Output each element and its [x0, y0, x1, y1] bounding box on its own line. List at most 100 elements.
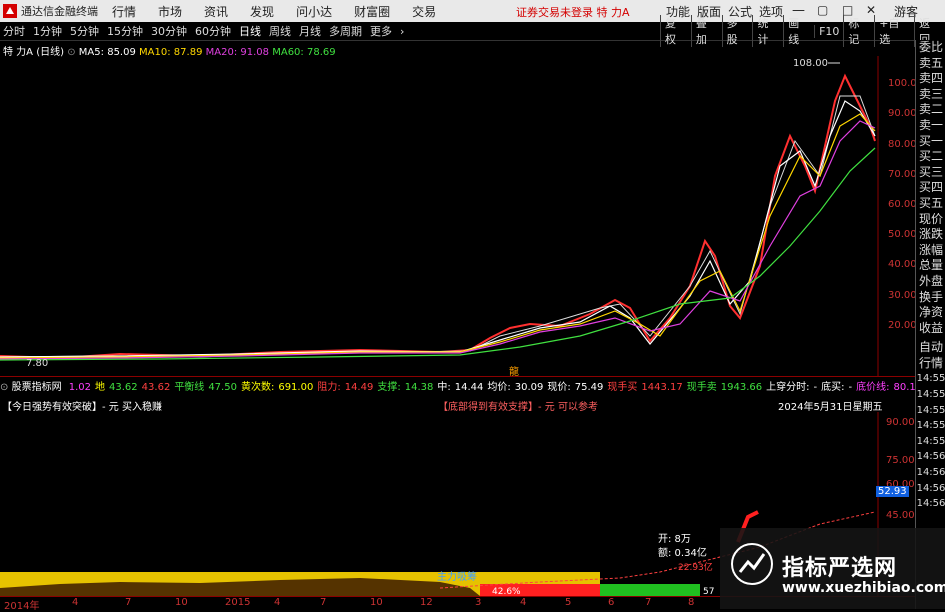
- pane-divider: [0, 376, 915, 377]
- indicator-value: 14.49: [344, 382, 374, 393]
- quote-field-label: 卖一: [918, 117, 943, 132]
- indicator-value: 1943.66: [720, 382, 763, 393]
- x-tick-label: 7: [125, 597, 132, 608]
- menu-discover[interactable]: 发现: [250, 3, 274, 20]
- high-price-label: 108.00: [793, 58, 828, 69]
- period-tab-monthly[interactable]: 月线: [296, 23, 324, 39]
- statistics-button[interactable]: 统计: [752, 15, 783, 47]
- indicator-value: 中:: [437, 382, 451, 393]
- x-tick-label: 7: [320, 597, 327, 608]
- period-tab-daily[interactable]: 日线: [236, 23, 264, 39]
- indicator-value: 现价:: [547, 382, 571, 393]
- quote-field-label: 买三: [918, 164, 943, 179]
- tick-time: 14:56: [916, 482, 945, 494]
- candlesticks: [0, 73, 876, 360]
- ind-y-tick-75: 75.00: [886, 455, 915, 466]
- quote-field-label: 委比: [918, 40, 943, 54]
- period-tab-timeshare[interactable]: 分时: [0, 23, 28, 39]
- indicator-toggle-icon[interactable]: ⊙: [0, 382, 8, 393]
- y-tick-90: 90.00: [888, 108, 917, 119]
- x-tick-label: 5: [565, 597, 572, 608]
- period-tab-1min[interactable]: 1分钟: [30, 23, 65, 39]
- chevron-right-icon[interactable]: ›: [397, 25, 407, 38]
- menu-news[interactable]: 资讯: [204, 3, 228, 20]
- indicator-values: ⊙ 股票指标网 1.02 地 43.62 43.62 平衡线 47.50 黄次数: 691.0…: [0, 378, 922, 393]
- open-label: 开: 8万: [658, 534, 691, 545]
- x-tick-label: 3: [475, 597, 482, 608]
- auto-quote-tab[interactable]: 自动: [916, 340, 945, 356]
- auto-quote-tab[interactable]: 行情: [916, 356, 945, 372]
- quote-field-label: 卖二: [918, 102, 943, 117]
- ind-y-tick-90: 90.00: [886, 417, 915, 428]
- tick-time: 14:55: [916, 389, 945, 401]
- period-toolbar: 分时 1分钟 5分钟 15分钟 30分钟 60分钟 日线 周线 月线 多周期 更…: [0, 15, 945, 47]
- period-tab-60min[interactable]: 60分钟: [192, 23, 234, 39]
- tick-time: 14:56: [916, 451, 945, 463]
- low-price-label: 7.80: [26, 358, 48, 369]
- x-tick-label: 12: [420, 597, 433, 608]
- menu-market[interactable]: 市场: [158, 3, 182, 20]
- signal-breakout: 【今日强势有效突破】- 元 买入稳赚: [2, 402, 162, 413]
- x-tick-label: 2015: [225, 597, 251, 608]
- dragon-label: 龍: [509, 365, 519, 376]
- ma5-line: [0, 100, 876, 358]
- price-chart[interactable]: 108.00 7.80 龍: [0, 56, 915, 376]
- watermark-logo-icon: [731, 543, 773, 585]
- signal-bar: 【今日强势有效突破】- 元 买入稳赚 【底部得到有效支撑】- 元 可以参考 20…: [0, 396, 915, 413]
- indicator-value: 现手买: [607, 382, 638, 393]
- period-tab-more[interactable]: 更多: [367, 23, 395, 39]
- y-tick-30: 30.00: [888, 290, 917, 301]
- ma10-line: [0, 113, 876, 359]
- draw-line-button[interactable]: 画线: [783, 15, 814, 47]
- menu-ask[interactable]: 问小达: [296, 3, 332, 20]
- period-tab-15min[interactable]: 15分钟: [104, 23, 146, 39]
- indicator-value: 14.44: [454, 382, 484, 393]
- y-tick-40: 40.00: [888, 259, 917, 270]
- quote-field-label: 买四: [918, 180, 943, 195]
- y-tick-60: 60.00: [888, 199, 917, 210]
- watermark-url: www.xuezhibiao.com: [782, 580, 945, 596]
- ind-y-tick-45: 45.00: [886, 510, 915, 521]
- indicator-value: 均价:: [487, 382, 511, 393]
- restore-icon[interactable]: ▢: [817, 3, 828, 17]
- menu-wealth[interactable]: 财富圈: [354, 3, 390, 20]
- tick-time: 14:56: [916, 498, 945, 510]
- overlay-button[interactable]: 叠加: [690, 15, 722, 47]
- restore-rights-button[interactable]: 复权: [660, 15, 691, 47]
- indicator-value: 地: [95, 382, 106, 393]
- value-a-label: 22.93亿: [678, 561, 713, 573]
- period-tab-multi[interactable]: 多周期: [326, 23, 365, 39]
- indicator-value: 43.62: [109, 382, 138, 393]
- y-tick-70: 70.00: [888, 169, 917, 180]
- menu-quotes[interactable]: 行情: [112, 3, 136, 20]
- right-panel: 委比 卖五 卖四 卖三 卖二 卖一 买一 买二 买三 买四 买五 现价 涨跌 涨幅 总量 外盘 换手 净资 收益 自…: [915, 40, 945, 609]
- period-tab-weekly[interactable]: 周线: [266, 23, 294, 39]
- tick-time: 14:55: [916, 404, 945, 416]
- mark-button[interactable]: 标记: [843, 15, 874, 47]
- add-watchlist-button[interactable]: +自选: [874, 15, 914, 47]
- x-tick-label: 10: [370, 597, 383, 608]
- ma20-line: [0, 120, 876, 360]
- quote-field-label: 外盘: [918, 273, 943, 288]
- signal-date: 2024年5月31日星期五: [778, 402, 883, 413]
- period-tab-5min[interactable]: 5分钟: [67, 23, 102, 39]
- quote-field-label: 涨跌: [918, 227, 943, 242]
- indicator-value: 平衡线: [174, 382, 205, 393]
- f10-button[interactable]: F10: [814, 24, 843, 38]
- menu-trade[interactable]: 交易: [412, 3, 436, 20]
- period-tab-30min[interactable]: 30分钟: [148, 23, 190, 39]
- multi-stock-button[interactable]: 多股: [721, 15, 753, 47]
- indicator-name[interactable]: 股票指标网: [12, 382, 62, 393]
- indicator-value: 支撑:: [377, 382, 401, 393]
- y-tick-100: 100.0: [888, 78, 917, 89]
- indicator-value: 14.38: [404, 382, 434, 393]
- y-tick-20: 20.00: [888, 320, 917, 331]
- x-tick-label: 7: [645, 597, 652, 608]
- x-tick-label: 4: [274, 597, 281, 608]
- y-tick-50: 50.00: [888, 229, 917, 240]
- tick-time: 14:55: [916, 373, 945, 385]
- watermark-title: 指标严选网: [782, 556, 898, 581]
- login-status: 证券交易未登录 特 力A: [516, 6, 630, 19]
- indicator-value: 1443.17: [641, 382, 683, 393]
- quote-field-label: 换手: [918, 289, 943, 304]
